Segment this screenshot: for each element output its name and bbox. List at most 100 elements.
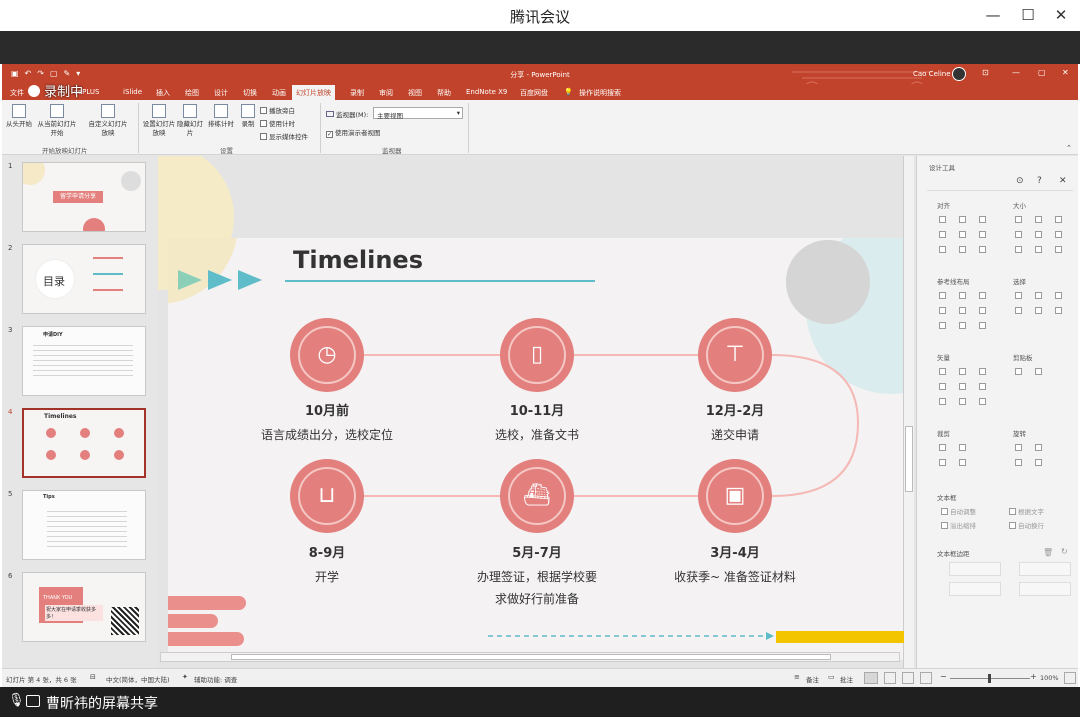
tool-icon[interactable] [1055,231,1062,238]
tool-icon[interactable] [959,216,966,223]
ribbon-display-icon[interactable]: ⊡ [982,68,989,77]
refresh-icon[interactable]: ↻ [1061,547,1068,556]
zoom-in-icon[interactable]: + [1030,672,1037,681]
tool-icon[interactable] [939,216,946,223]
tool-icon[interactable] [1055,307,1062,314]
zoom-out-icon[interactable]: − [940,672,947,681]
collapse-ribbon-icon[interactable]: ⌃ [1066,144,1072,152]
tool-icon[interactable] [959,292,966,299]
zoom-level[interactable]: 100% [1040,674,1059,682]
tool-icon[interactable] [1015,444,1022,451]
accessibility-status[interactable]: 辅助功能: 调查 [194,674,237,684]
tool-icon[interactable] [979,398,986,405]
tab-review[interactable]: 审阅 [379,88,393,98]
autowrap-option[interactable]: 自动换行 [1009,520,1044,530]
tab-transitions[interactable]: 切换 [243,88,257,98]
tool-icon[interactable] [1055,216,1062,223]
settings-icon[interactable]: ⊙ [1016,176,1024,186]
thumbnail-slide-2[interactable]: 目录 [22,244,146,314]
tool-icon[interactable] [1055,292,1062,299]
milestone-circle[interactable]: ⛴ [500,459,574,533]
tab-endnote[interactable]: EndNote X9 [466,88,507,96]
tool-icon[interactable] [979,292,986,299]
custom-show-button[interactable]: 自定义幻灯片放映 [86,104,130,138]
tool-icon[interactable] [1015,368,1022,375]
tool-icon[interactable] [959,246,966,253]
tool-icon[interactable] [979,322,986,329]
tab-draw[interactable]: 绘图 [185,88,199,98]
tool-icon[interactable] [1035,368,1042,375]
tool-icon[interactable] [979,307,986,314]
setup-show-button[interactable]: 设置幻灯片放映 [142,104,176,138]
tool-icon[interactable] [939,368,946,375]
slide-sorter-icon[interactable] [884,672,896,684]
margin-bottom-input[interactable] [1019,582,1071,596]
tool-icon[interactable] [1015,246,1022,253]
microphone-icon[interactable]: 🎙 [8,693,25,708]
tool-icon[interactable] [1035,459,1042,466]
fit-text-option[interactable]: 根据文字 [1009,506,1044,516]
tool-icon[interactable] [939,444,946,451]
trash-icon[interactable]: 🗑 [1043,548,1053,557]
hide-slide-button[interactable]: 隐藏幻灯片 [176,104,204,138]
slide-canvas[interactable]: Timelines ◷ 10月前 语言成绩出分，选校定位 ▯ 10-11月 选校… [168,238,908,660]
thumbnail-slide-5[interactable]: Tips [22,490,146,560]
close-icon[interactable]: ✕ [1059,176,1067,186]
normal-view-icon[interactable] [864,672,878,684]
tell-me-search[interactable]: 操作说明搜索 [579,88,621,98]
tab-view[interactable]: 视图 [408,88,422,98]
tool-icon[interactable] [1035,292,1042,299]
tab-baidu[interactable]: 百度网盘 [520,88,548,98]
tool-icon[interactable] [979,246,986,253]
tab-record[interactable]: 录制 [350,88,364,98]
avatar[interactable] [952,67,966,81]
thumbnail-slide-1[interactable]: 留学申请分享 [22,162,146,232]
rehearse-button[interactable]: 排练计时 [206,104,236,129]
tool-icon[interactable] [1035,231,1042,238]
tool-icon[interactable] [1015,307,1022,314]
tool-icon[interactable] [939,292,946,299]
tool-icon[interactable] [979,231,986,238]
ppt-close-icon[interactable]: ✕ [1062,68,1069,77]
thumbnail-slide-3[interactable]: 申请DIY [22,326,146,396]
tab-islide[interactable]: iSlide [123,88,142,96]
margin-top-input[interactable] [949,582,1001,596]
language-indicator[interactable]: 中文(简体，中国大陆) [106,674,170,684]
record-button[interactable]: 录制 [238,104,258,129]
spellcheck-icon[interactable]: ⊟ [90,673,96,681]
zoom-slider-thumb[interactable] [988,674,991,683]
margin-right-input[interactable] [1019,562,1071,576]
presenter-view-checkbox[interactable]: ✓ 使用演示者视图 [326,127,381,138]
tool-icon[interactable] [979,216,986,223]
tool-icon[interactable] [1035,246,1042,253]
tool-icon[interactable] [1035,444,1042,451]
tool-icon[interactable] [979,368,986,375]
autofit-option[interactable]: 自动调整 [941,506,976,516]
tab-design[interactable]: 设计 [214,88,228,98]
milestone-circle[interactable]: ▣ [698,459,772,533]
tool-icon[interactable] [959,307,966,314]
tool-icon[interactable] [1015,216,1022,223]
tool-icon[interactable] [959,231,966,238]
ppt-minimize-icon[interactable]: — [1012,68,1020,77]
tab-file[interactable]: 文件 [10,88,24,98]
tool-icon[interactable] [1015,459,1022,466]
tool-icon[interactable] [1015,231,1022,238]
maximize-icon[interactable]: ☐ [1017,5,1039,25]
tool-icon[interactable] [939,383,946,390]
from-current-button[interactable]: 从当前幻灯片开始 [36,104,78,138]
tool-icon[interactable] [959,368,966,375]
reading-view-icon[interactable] [902,672,914,684]
thumbnail-slide-4[interactable]: Timelines [22,408,146,478]
tab-help[interactable]: 帮助 [437,88,451,98]
tool-icon[interactable] [959,459,966,466]
narration-checkbox[interactable]: 播放旁白 [260,105,295,115]
tool-icon[interactable] [1035,216,1042,223]
tool-icon[interactable] [959,444,966,451]
media-controls-checkbox[interactable]: 显示媒体控件 [260,131,308,141]
milestone-circle[interactable]: ⊔ [290,459,364,533]
fit-window-icon[interactable] [1064,672,1076,684]
overflow-option[interactable]: 溢出缩排 [941,520,976,530]
from-start-button[interactable]: 从头开始 [4,104,34,129]
ppt-maximize-icon[interactable]: ▢ [1038,68,1046,77]
